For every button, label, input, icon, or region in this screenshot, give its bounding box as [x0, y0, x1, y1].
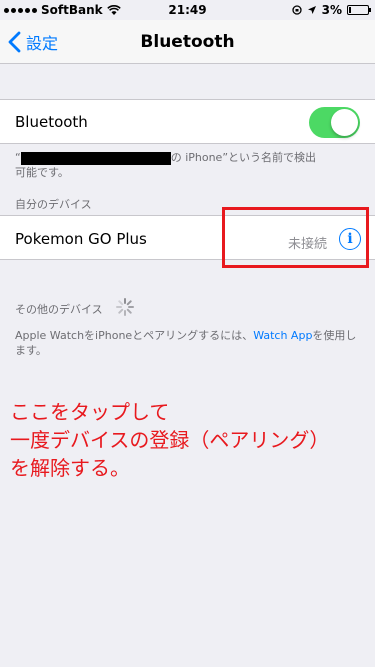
annotation-line-2: 一度デバイスの登録（ペアリング） [10, 428, 330, 452]
discoverable-note: “の iPhone”という名前で検出 可能です。 [15, 150, 360, 180]
my-devices-header: 自分のデバイス [15, 198, 92, 211]
bluetooth-switch[interactable] [309, 107, 360, 138]
apple-watch-note: Apple WatchをiPhoneとペアリングするには、Watch Appを使… [15, 328, 360, 358]
apple-watch-note-prefix: Apple WatchをiPhoneとペアリングするには、 [15, 329, 254, 342]
battery-percent: 3% [321, 3, 342, 17]
page-title: Bluetooth [140, 32, 235, 52]
battery-icon [347, 5, 371, 15]
discoverable-text: の iPhone”という名前で検出 [170, 151, 317, 164]
switch-knob [331, 109, 358, 136]
status-bar: SoftBank 21:49 3% [0, 0, 375, 20]
loading-spinner-icon [116, 298, 134, 316]
status-right: 3% [291, 3, 371, 17]
bluetooth-label: Bluetooth [15, 113, 88, 131]
navigation-bar: 設定 Bluetooth [0, 20, 375, 64]
location-icon [307, 6, 316, 14]
other-devices-header: その他のデバイス [15, 303, 103, 316]
device-name: Pokemon GO Plus [15, 230, 147, 248]
annotation-line-3: を解除する。 [10, 456, 130, 480]
redacted-device-name [20, 151, 171, 165]
rotation-lock-icon [291, 5, 302, 15]
watch-app-link[interactable]: Watch App [253, 329, 312, 342]
discoverable-text-line2: 可能です。 [15, 166, 69, 179]
annotation-text: ここをタップして 一度デバイスの登録（ペアリング） を解除する。 [10, 398, 329, 482]
annotation-line-1: ここをタップして [10, 400, 170, 424]
bluetooth-toggle-cell: Bluetooth [0, 99, 375, 144]
battery-level [349, 7, 351, 13]
annotation-highlight-box [222, 207, 369, 268]
